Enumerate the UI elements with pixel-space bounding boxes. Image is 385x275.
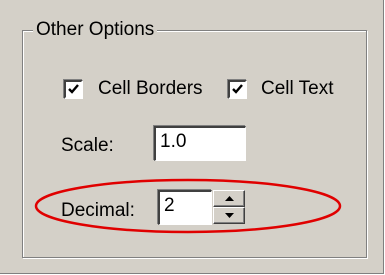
decimal-input[interactable]: 2 — [158, 190, 212, 225]
spin-down-button[interactable] — [213, 207, 245, 224]
scale-input[interactable]: 1.0 — [154, 126, 246, 161]
scale-label: Scale: — [61, 135, 114, 156]
cell-borders-label[interactable]: Cell Borders — [98, 78, 203, 100]
group-title: Other Options — [33, 19, 158, 41]
triangle-down-icon — [225, 213, 234, 218]
spin-up-button[interactable] — [213, 190, 245, 207]
screenshot-frame: Other Options Cell Borders Cell Text Sca… — [0, 0, 385, 275]
cell-text-checkbox[interactable] — [228, 80, 247, 99]
triangle-up-icon — [225, 196, 234, 201]
check-icon — [232, 84, 243, 94]
options-panel: Other Options Cell Borders Cell Text Sca… — [0, 0, 384, 274]
cell-text-label[interactable]: Cell Text — [261, 78, 334, 100]
cell-borders-checkbox[interactable] — [64, 80, 83, 99]
decimal-label: Decimal: — [61, 200, 135, 221]
check-icon — [68, 84, 79, 94]
